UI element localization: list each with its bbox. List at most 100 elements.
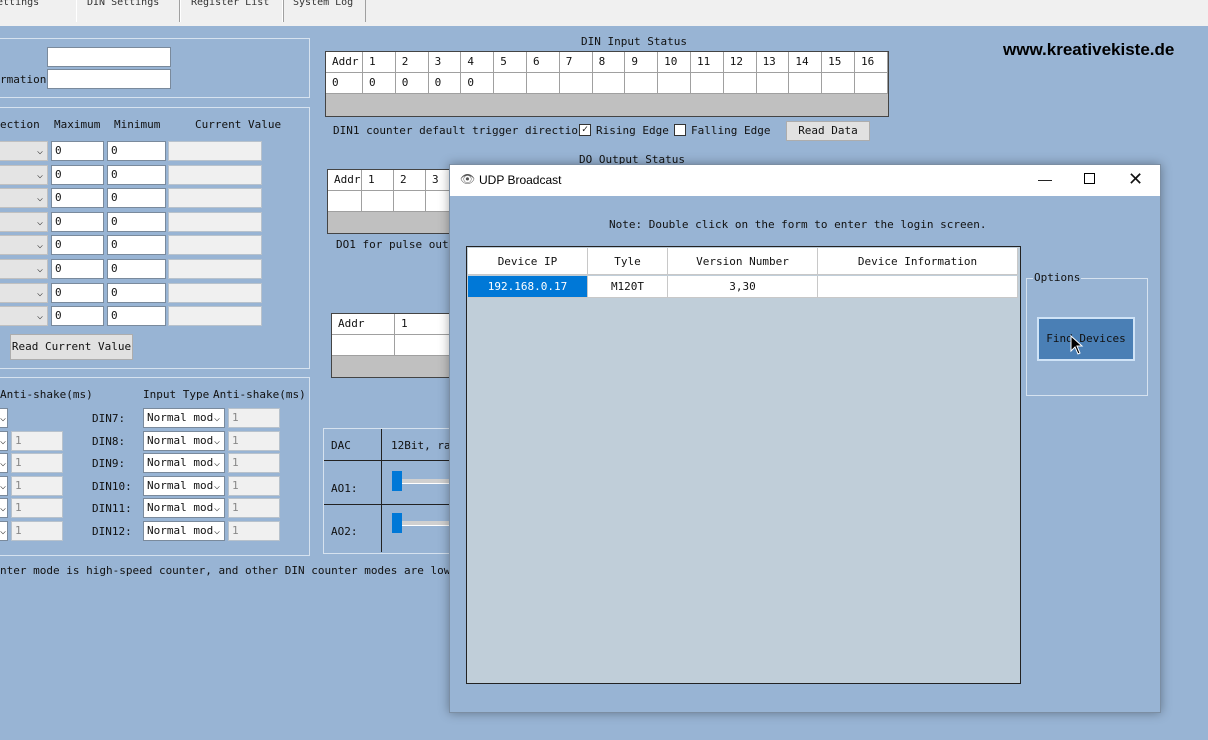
dialog-titlebar[interactable]: 👁 UDP Broadcast — ✕ [450,165,1160,196]
do-status-value[interactable] [394,191,426,212]
tab-din-settings[interactable]: DIN Settings [76,0,180,22]
dac-divider-v [381,429,382,552]
din-status-value[interactable] [658,73,691,94]
din-left-anti-shake[interactable]: 1 [11,430,63,451]
din-input-type-select[interactable]: Normal mod ⌵ [143,453,225,474]
ain-current-value [168,235,262,256]
din-left-select[interactable]: ⌵ [0,521,8,541]
din-status-value[interactable] [592,73,626,94]
ain-min-input[interactable]: 0 [107,306,166,327]
din-status-value[interactable] [625,73,659,94]
col-version[interactable]: Version Number [668,248,818,275]
ain-min-input[interactable]: 0 [107,188,166,209]
din-status-value[interactable] [789,73,823,94]
din-input-type-select[interactable]: Normal mod ⌵ [143,521,225,541]
ao1-slider-track[interactable] [393,479,453,484]
col-device-info[interactable]: Device Information [818,248,1018,275]
do-status-value[interactable] [328,191,362,212]
din-status-value[interactable]: 0 [395,73,429,94]
ain-min-input[interactable]: 0 [107,259,166,279]
din-status-value[interactable] [756,73,790,94]
din-left-anti-shake[interactable]: 1 [11,475,63,496]
ao1-slider-thumb[interactable] [392,471,402,491]
ain-max-input[interactable]: 0 [51,259,104,279]
maximize-icon[interactable] [1084,173,1095,184]
info-field-2[interactable] [47,69,171,89]
din-status-value[interactable] [494,73,527,94]
din-status-value[interactable] [854,73,888,94]
din-left-select[interactable]: ⌵ [0,453,8,474]
ain-max-input[interactable]: 0 [51,235,104,256]
ao2-slider-track[interactable] [393,521,453,526]
din-left-select[interactable]: ⌵ [0,475,8,496]
ain-min-input[interactable]: 0 [107,211,166,232]
ain-direction-select[interactable]: ⌵ [0,259,48,279]
device-version-cell[interactable]: 3,30 [668,276,818,298]
minimize-icon[interactable]: — [1038,171,1052,187]
din-input-type-select[interactable]: Normal mod ⌵ [143,408,225,428]
find-devices-button[interactable]: Find Devices [1037,317,1135,361]
col-type[interactable]: Tyle [588,248,668,275]
din-anti-shake-input[interactable]: 1 [228,453,280,474]
din-left-anti-shake[interactable]: 1 [11,453,63,474]
ain-max-input[interactable]: 0 [51,141,104,161]
ain-max-input[interactable]: 0 [51,282,104,303]
info-field-1[interactable] [47,47,171,67]
ain-max-input[interactable]: 0 [51,188,104,209]
tab-system-log[interactable]: System Log [282,0,366,22]
read-current-value-button[interactable]: Read Current Value [10,334,133,360]
din-input-type-select[interactable]: Normal mod ⌵ [143,475,225,496]
ain-direction-select[interactable]: ⌵ [0,211,48,232]
din-anti-shake-input[interactable]: 1 [228,498,280,519]
ain-direction-select[interactable]: ⌵ [0,306,48,327]
ain-direction-select[interactable]: ⌵ [0,235,48,256]
ain-min-input[interactable]: 0 [107,235,166,256]
do-status-value[interactable] [362,191,394,212]
tab-register-list[interactable]: Register List [180,0,284,22]
din-status-value[interactable] [690,73,724,94]
din-anti-shake-input[interactable]: 1 [228,475,280,496]
din-status-value[interactable] [559,73,593,94]
falling-edge-checkbox[interactable] [674,124,686,136]
din-anti-shake-input[interactable]: 1 [228,408,280,428]
tab-settings[interactable]: Settings [0,0,77,22]
ain-min-input[interactable]: 0 [107,164,166,185]
din-status-value[interactable]: 0 [428,73,462,94]
din-status-value[interactable]: 0 [461,73,495,94]
din-left-anti-shake[interactable]: 1 [11,521,63,541]
col-device-ip[interactable]: Device IP [468,248,588,275]
din-status-value[interactable]: 0 [363,73,396,94]
ain-min-input[interactable]: 0 [107,141,166,161]
din-left-select[interactable]: ⌵ [0,408,8,428]
read-data-button[interactable]: Read Data [786,121,870,141]
din-left-anti-shake[interactable]: 1 [11,498,63,519]
din-status-value[interactable] [526,73,560,94]
din-status-value[interactable] [723,73,757,94]
chevron-down-icon: ⌵ [0,458,6,470]
ao2-slider-thumb[interactable] [392,513,402,533]
register-cell[interactable] [332,335,395,356]
din-anti-shake-input[interactable]: 1 [228,430,280,451]
ain-direction-select[interactable]: ⌵ [0,282,48,303]
device-info-cell[interactable] [818,276,1018,298]
ain-min-input[interactable]: 0 [107,282,166,303]
ain-direction-select[interactable]: ⌵ [0,141,48,161]
din-input-type-select[interactable]: Normal mod ⌵ [143,430,225,451]
ain-max-input[interactable]: 0 [51,164,104,185]
din-left-select[interactable]: ⌵ [0,430,8,451]
ain-direction-select[interactable]: ⌵ [0,164,48,185]
ain-max-input[interactable]: 0 [51,306,104,327]
ain-direction-select[interactable]: ⌵ [0,188,48,209]
din-status-value[interactable] [822,73,855,94]
device-grid[interactable]: Device IP Tyle Version Number Device Inf… [466,246,1021,684]
device-ip-cell[interactable]: 192.168.0.17 [468,276,588,298]
din-left-select[interactable]: ⌵ [0,498,8,519]
din-input-type-value: Normal mod [147,411,214,424]
info-label-2: rmation: [0,73,53,86]
close-icon[interactable]: ✕ [1128,169,1143,190]
din-input-type-select[interactable]: Normal mod ⌵ [143,498,225,519]
din-anti-shake-input[interactable]: 1 [228,521,280,541]
device-type-cell[interactable]: M120T [588,276,668,298]
ain-max-input[interactable]: 0 [51,211,104,232]
rising-edge-checkbox[interactable]: ✓ [579,124,591,136]
